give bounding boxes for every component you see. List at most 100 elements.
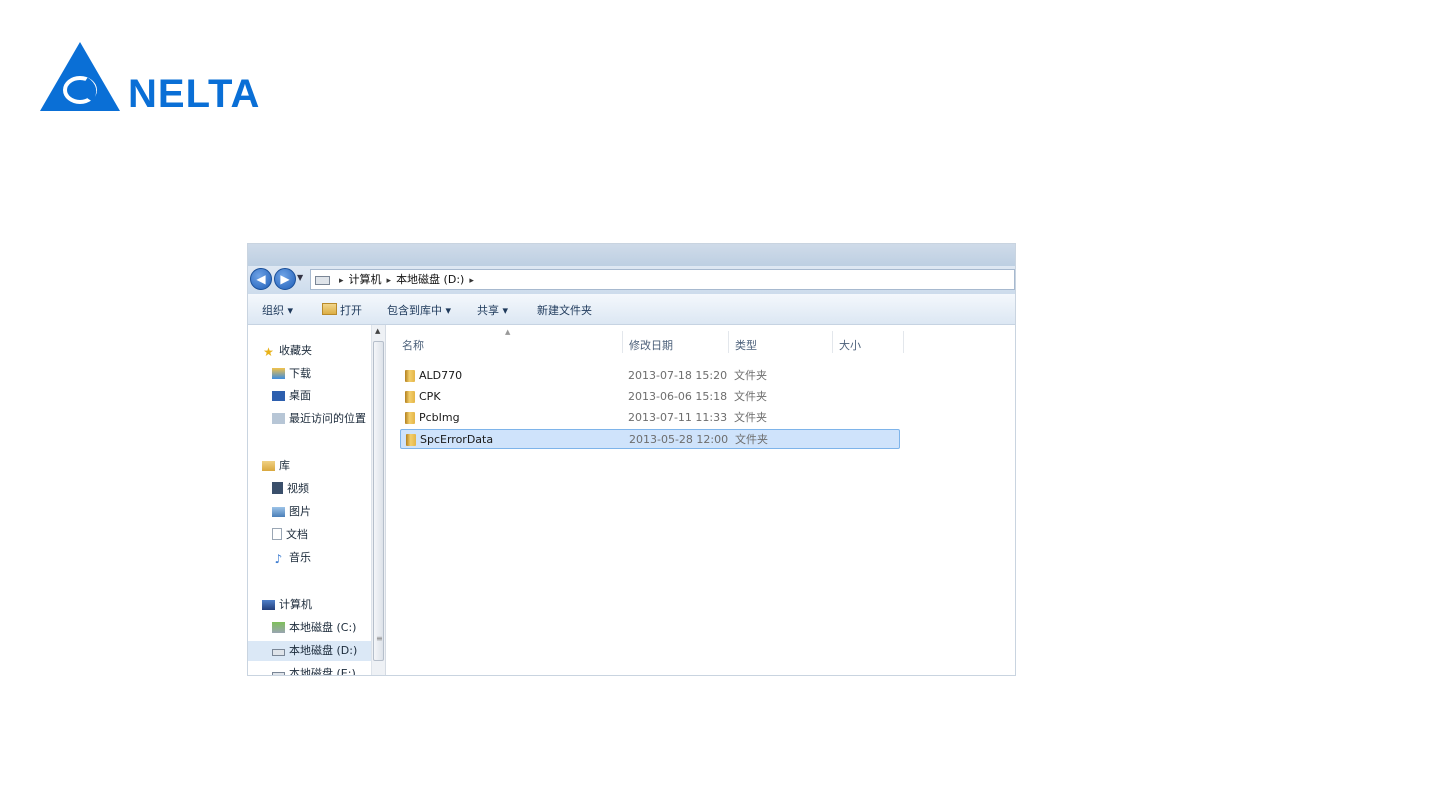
sort-ascending-icon: ▲ (505, 328, 511, 336)
library-icon (262, 461, 275, 471)
sidebar-item-libraries[interactable]: 库 (262, 456, 290, 476)
pictures-icon (272, 507, 285, 517)
forward-button[interactable]: ▶ (274, 268, 296, 290)
open-button[interactable]: 打开 (322, 302, 362, 318)
column-separator[interactable] (903, 331, 904, 353)
drive-icon (272, 672, 285, 675)
sidebar-item-drive-e[interactable]: 本地磁盘 (E:) (272, 664, 356, 676)
sidebar-item-documents[interactable]: 文档 (272, 525, 308, 545)
new-folder-button[interactable]: 新建文件夹 (537, 302, 592, 318)
file-date: 2013-07-11 11:33 (628, 411, 728, 424)
sidebar-item-label: 本地磁盘 (E:) (289, 667, 356, 676)
scroll-up-arrow-icon[interactable]: ▲ (375, 327, 380, 335)
sidebar-item-label: 视频 (287, 482, 309, 495)
file-row-cpk[interactable]: CPK 2013-06-06 15:18 文件夹 (400, 387, 900, 407)
column-header-type[interactable]: 类型 (735, 337, 757, 353)
system-drive-icon (272, 622, 285, 633)
chevron-right-icon[interactable]: ▸ (469, 276, 474, 286)
computer-icon (262, 600, 275, 610)
column-separator[interactable] (728, 331, 729, 353)
folder-icon (405, 412, 415, 424)
file-row-pcbimg[interactable]: PcbImg 2013-07-11 11:33 文件夹 (400, 408, 900, 428)
sidebar-item-videos[interactable]: 视频 (272, 479, 309, 499)
navigation-pane: ★ 收藏夹 下载 桌面 最近访问的位置 库 视频 图片 文档 ♪ 音乐 计算机 本地… (248, 325, 371, 675)
back-button[interactable]: ◀ (250, 268, 272, 290)
file-type: 文件夹 (734, 411, 767, 424)
sidebar-item-computer[interactable]: 计算机 (262, 595, 312, 615)
sidebar-item-label: 最近访问的位置 (289, 412, 366, 425)
arrow-left-icon: ◀ (256, 272, 266, 286)
sidebar-item-label: 音乐 (289, 551, 311, 564)
sidebar-item-label: 桌面 (289, 389, 311, 402)
sidebar-item-music[interactable]: ♪ 音乐 (272, 548, 311, 568)
sidebar-item-label: 本地磁盘 (D:) (289, 644, 358, 657)
sidebar-item-label: 收藏夹 (279, 344, 312, 357)
title-bar (248, 244, 1015, 266)
sidebar-item-label: 本地磁盘 (C:) (289, 621, 357, 634)
music-note-icon: ♪ (274, 552, 283, 566)
share-button[interactable]: 共享 ▾ (477, 302, 508, 318)
drive-icon (315, 275, 330, 285)
sidebar-item-desktop[interactable]: 桌面 (272, 386, 311, 406)
sidebar-item-downloads[interactable]: 下载 (272, 364, 311, 384)
breadcrumb-computer[interactable]: 计算机 (349, 273, 382, 286)
chevron-right-icon[interactable]: ▸ (339, 276, 344, 286)
explorer-window: ◀ ▶ ▼ ▸ 计算机 ▸ 本地磁盘 (D:) ▸ 组织 ▾ 打开 包含到库中 ▾ 共享… (247, 243, 1016, 676)
file-date: 2013-05-28 12:00 (629, 433, 729, 446)
breadcrumb-drive-d[interactable]: 本地磁盘 (D:) (396, 273, 464, 286)
folder-icon (406, 434, 416, 446)
recent-places-icon (272, 413, 285, 424)
column-header-name[interactable]: 名称 (402, 337, 424, 353)
sidebar-item-drive-c[interactable]: 本地磁盘 (C:) (272, 618, 356, 638)
sidebar-item-label: 下载 (289, 367, 311, 380)
include-library-button[interactable]: 包含到库中 ▾ (387, 302, 451, 318)
file-type: 文件夹 (735, 433, 768, 446)
organize-button[interactable]: 组织 ▾ (262, 302, 293, 318)
file-date: 2013-07-18 15:20 (628, 369, 728, 382)
column-header-date[interactable]: 修改日期 (629, 337, 673, 353)
scrollbar-thumb[interactable]: ≡ (373, 341, 384, 661)
file-name: SpcErrorData (420, 433, 494, 446)
column-header-size[interactable]: 大小 (839, 337, 861, 353)
navigation-bar: ◀ ▶ ▼ ▸ 计算机 ▸ 本地磁盘 (D:) ▸ (248, 266, 1015, 294)
file-list: ▲ 名称 修改日期 类型 大小 ALD770 2013-07-18 15:20 … (386, 325, 1015, 675)
file-row-ald770[interactable]: ALD770 2013-07-18 15:20 文件夹 (400, 366, 900, 386)
sidebar-item-label: 图片 (289, 505, 311, 518)
file-date: 2013-06-06 15:18 (628, 390, 728, 403)
file-name: CPK (419, 390, 441, 403)
folder-icon (405, 391, 415, 403)
logo-wordmark: NELTA (128, 72, 261, 116)
file-type: 文件夹 (734, 390, 767, 403)
address-bar[interactable]: ▸ 计算机 ▸ 本地磁盘 (D:) ▸ (310, 269, 1015, 290)
open-label: 打开 (340, 304, 362, 317)
star-icon: ★ (263, 345, 274, 359)
sidebar-item-label: 计算机 (279, 598, 312, 611)
command-bar: 组织 ▾ 打开 包含到库中 ▾ 共享 ▾ 新建文件夹 (248, 294, 1015, 325)
sidebar-scrollbar[interactable]: ▲ ≡ (371, 325, 386, 675)
history-dropdown-icon[interactable]: ▼ (297, 273, 303, 282)
arrow-right-icon: ▶ (280, 272, 290, 286)
sidebar-item-label: 文档 (286, 528, 308, 541)
delta-triangle-icon (40, 42, 120, 111)
desktop-icon (272, 391, 285, 401)
documents-icon (272, 528, 282, 540)
sidebar-item-favorites[interactable]: ★ 收藏夹 (262, 341, 312, 361)
file-name: ALD770 (419, 369, 463, 382)
folder-icon (405, 370, 415, 382)
open-folder-icon (322, 303, 337, 315)
chevron-right-icon[interactable]: ▸ (387, 276, 392, 286)
sidebar-item-drive-d[interactable]: 本地磁盘 (D:) (248, 641, 371, 661)
sidebar-item-pictures[interactable]: 图片 (272, 502, 311, 522)
file-type: 文件夹 (734, 369, 767, 382)
column-separator[interactable] (832, 331, 833, 353)
sidebar-item-recent[interactable]: 最近访问的位置 (272, 409, 366, 429)
column-separator[interactable] (622, 331, 623, 353)
downloads-icon (272, 368, 285, 379)
sidebar-item-label: 库 (279, 459, 290, 472)
grip-icon: ≡ (376, 634, 383, 643)
delta-logo: NELTA (40, 42, 270, 116)
drive-icon (272, 649, 285, 656)
file-row-spcerrordata[interactable]: SpcErrorData 2013-05-28 12:00 文件夹 (400, 429, 900, 449)
video-icon (272, 482, 283, 494)
file-name: PcbImg (419, 411, 460, 424)
